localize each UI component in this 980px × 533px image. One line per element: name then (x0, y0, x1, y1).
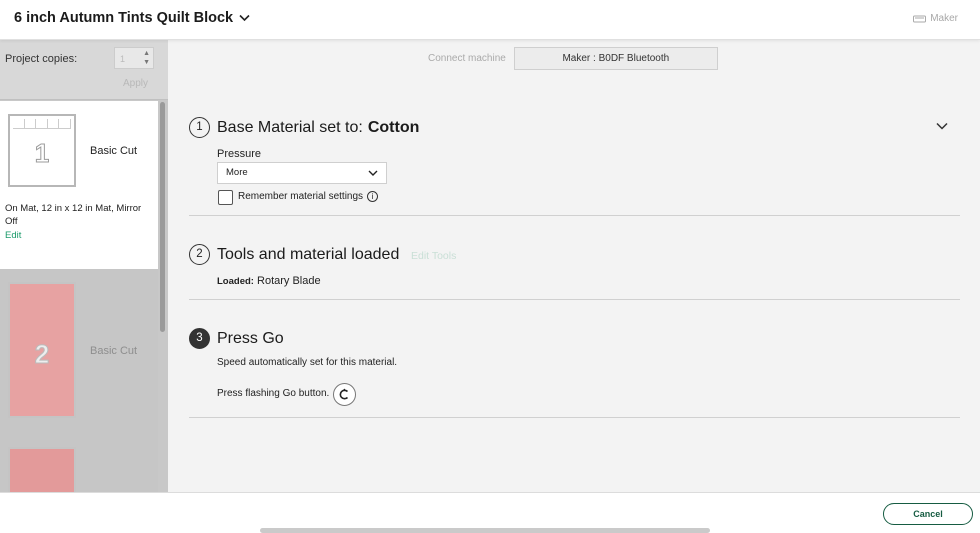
project-copies-stepper[interactable]: 1 ▲ ▼ (114, 47, 154, 69)
step-title: Base Material set to: Cotton (217, 119, 419, 137)
mat-preview[interactable]: 2 (8, 282, 76, 418)
step-title: Tools and material loaded (217, 246, 400, 263)
mat-number: 1 (34, 138, 50, 169)
step-title: Press Go (217, 330, 284, 347)
pressure-select[interactable]: More (217, 162, 387, 184)
top-bar: 6 inch Autumn Tints Quilt Block Maker (0, 0, 980, 40)
remember-settings-label: Remember material settings (238, 191, 364, 203)
project-copies-panel: Project copies: 1 ▲ ▼ Apply (0, 40, 168, 100)
go-button-icon (333, 383, 356, 406)
machine-icon (913, 15, 927, 22)
chevron-down-icon (368, 163, 378, 191)
project-copies-label: Project copies: (5, 53, 78, 65)
project-title: 6 inch Autumn Tints Quilt Block (14, 10, 234, 26)
chevron-down-icon (239, 14, 250, 22)
step-number: 2 (189, 244, 210, 265)
pressure-value: More (226, 167, 248, 178)
loaded-label: Loaded: (217, 276, 254, 287)
connect-machine-label: Connect machine (428, 53, 506, 64)
main-panel: Connect machine Maker : B0DF Bluetooth 1… (168, 40, 980, 492)
apply-button[interactable]: Apply (123, 78, 148, 89)
bottom-bar: Cancel (0, 492, 980, 531)
machine-name: Maker (930, 13, 958, 24)
mat-card[interactable]: 2 Basic Cut (0, 269, 158, 447)
mat-number: 2 (34, 339, 50, 370)
pressure-label: Pressure (217, 148, 262, 160)
mat-edit-link[interactable]: Edit (5, 230, 21, 241)
cancel-button[interactable]: Cancel (883, 503, 973, 525)
mat-sidebar: Project copies: 1 ▲ ▼ Apply 1 Basic Cut O… (0, 40, 168, 492)
collapse-chevron-icon[interactable] (936, 122, 948, 130)
press-go-text: Press flashing Go button. (217, 388, 330, 399)
step-title-text: Base Material set to: (217, 119, 363, 136)
project-copies-value: 1 (120, 54, 126, 64)
mat-card[interactable] (0, 447, 158, 492)
mat-preview[interactable]: 1 (8, 114, 76, 187)
mat-preview[interactable] (8, 447, 76, 492)
loaded-row: Loaded: Rotary Blade (217, 275, 321, 287)
divider (189, 417, 960, 418)
info-icon[interactable]: i (367, 191, 379, 202)
mat-card[interactable]: 1 Basic Cut On Mat, 12 in x 12 in Mat, M… (0, 101, 158, 269)
mat-grid (13, 119, 71, 129)
divider (189, 215, 960, 216)
divider (189, 299, 960, 300)
sidebar-scrollbar[interactable] (160, 102, 165, 332)
loaded-tool: Rotary Blade (257, 275, 321, 287)
stepper-arrows-icon[interactable]: ▲ ▼ (143, 49, 150, 67)
connect-row: Connect machine Maker : B0DF Bluetooth (428, 47, 718, 70)
step-number: 1 (189, 117, 210, 138)
project-title-dropdown[interactable]: 6 inch Autumn Tints Quilt Block (14, 10, 250, 26)
remember-settings-checkbox[interactable] (218, 190, 233, 205)
mat-cut-label: Basic Cut (90, 145, 138, 157)
machine-select-button[interactable]: Maker : B0DF Bluetooth (513, 47, 718, 70)
remember-settings-row: Remember material settings i (238, 191, 379, 203)
machine-indicator[interactable]: Maker (913, 13, 958, 24)
edit-tools-link[interactable]: Edit Tools (411, 250, 456, 262)
mat-info: On Mat, 12 in x 12 in Mat, Mirror Off (5, 203, 142, 227)
speed-text: Speed automatically set for this materia… (217, 357, 398, 368)
mat-cut-label: Basic Cut (90, 345, 138, 357)
material-name: Cotton (367, 119, 420, 136)
step-number: 3 (189, 328, 210, 349)
